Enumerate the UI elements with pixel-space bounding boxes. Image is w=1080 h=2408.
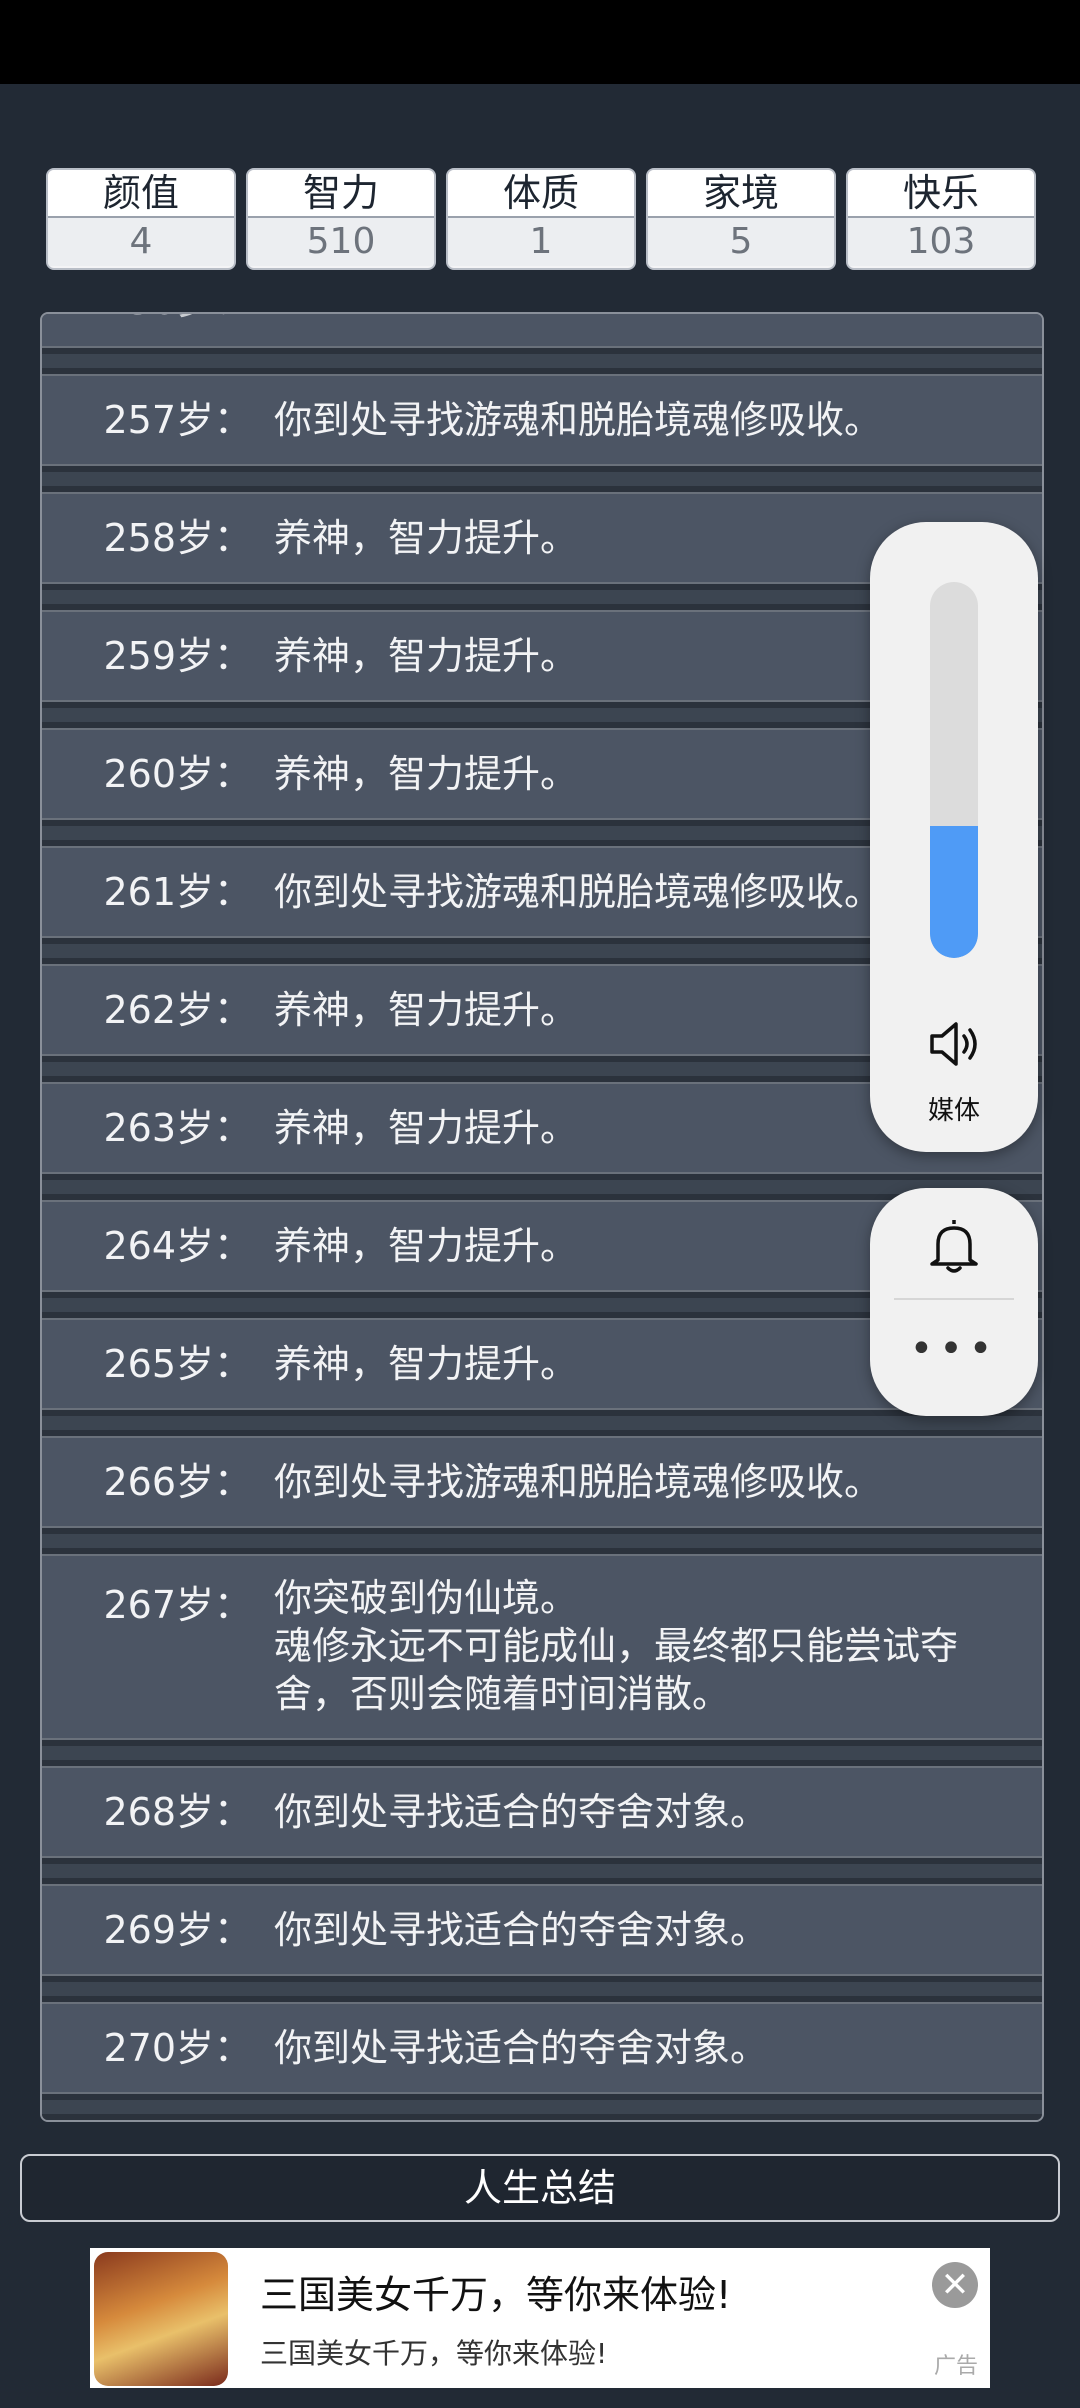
log-entry-age: 261岁： xyxy=(103,870,252,914)
log-entry-age: 265岁： xyxy=(103,1342,252,1386)
notification-panel: ••• xyxy=(870,1188,1038,1416)
log-entry-age: 270岁： xyxy=(103,2026,252,2070)
volume-slider[interactable] xyxy=(930,582,978,958)
log-entry-line: 你到处寻找游魂和脱胎境魂修吸收。 xyxy=(274,1460,883,1504)
log-entry-text: 你到处寻找游魂和脱胎境魂修吸收。 xyxy=(274,314,1012,318)
ad-thumbnail-image[interactable] xyxy=(94,2252,228,2386)
divider xyxy=(894,1298,1014,1300)
stat-box: 家境 5 xyxy=(646,168,836,270)
close-icon[interactable]: ✕ xyxy=(932,2262,978,2308)
log-entry-age: 266岁： xyxy=(103,1460,252,1504)
log-entry: 270岁： 你到处寻找适合的夺舍对象。 xyxy=(42,1996,1042,2100)
log-entry: 266岁： 你到处寻找游魂和脱胎境魂修吸收。 xyxy=(42,1430,1042,1534)
volume-panel: 媒体 xyxy=(870,522,1038,1152)
log-entry-line: 你到处寻找适合的夺舍对象。 xyxy=(274,2026,769,2070)
log-entry-text: 你到处寻找适合的夺舍对象。 xyxy=(274,2022,1012,2074)
log-entry: 268岁： 你到处寻找适合的夺舍对象。 xyxy=(42,1760,1042,1864)
ad-subtitle[interactable]: 三国美女千万，等你来体验! xyxy=(260,2332,607,2372)
stat-label: 家境 xyxy=(648,170,834,218)
log-entry-line: 舍，否则会随着时间消散。 xyxy=(274,1672,731,1716)
log-entry-age: 268岁： xyxy=(103,1790,252,1834)
stat-box: 体质 1 xyxy=(446,168,636,270)
stat-label: 颜值 xyxy=(48,170,234,218)
media-label: 媒体 xyxy=(927,1096,980,1126)
log-entry-text: 你突破到伪仙境。 魂修永远不可能成仙，最终都只能尝试夺 舍，否则会随着时间消散。 xyxy=(274,1574,1012,1718)
log-entry-age: 263岁： xyxy=(103,1106,252,1150)
log-entry-age: 256岁： xyxy=(42,314,252,325)
log-entry-age: 269岁： xyxy=(103,1908,252,1952)
volume-slider-fill xyxy=(930,826,978,958)
stat-value: 1 xyxy=(448,218,634,266)
log-entry-text: 你到处寻找适合的夺舍对象。 xyxy=(274,1904,1012,1956)
log-entry: 256岁： 你到处寻找游魂和脱胎境魂修吸收。 xyxy=(42,314,1042,354)
stat-box: 颜值 4 xyxy=(46,168,236,270)
log-entry-age: 262岁： xyxy=(103,988,252,1032)
log-entry-text: 你到处寻找游魂和脱胎境魂修吸收。 xyxy=(274,1456,1012,1508)
stat-box: 智力 510 xyxy=(246,168,436,270)
log-entry-age: 267岁： xyxy=(103,1583,252,1627)
status-bar xyxy=(0,0,1080,84)
stat-value: 5 xyxy=(648,218,834,266)
bell-icon[interactable] xyxy=(926,1216,982,1276)
stat-box: 快乐 103 xyxy=(846,168,1036,270)
log-entry-age: 260岁： xyxy=(103,752,252,796)
log-entry-age: 264岁： xyxy=(103,1224,252,1268)
ad-title[interactable]: 三国美女千万，等你来体验! xyxy=(260,2264,731,2319)
log-entry-line: 魂修永远不可能成仙，最终都只能尝试夺 xyxy=(274,1624,959,1668)
log-entry-age: 257岁： xyxy=(103,398,252,442)
log-entry: 257岁： 你到处寻找游魂和脱胎境魂修吸收。 xyxy=(42,368,1042,472)
stats-bar: 颜值 4 智力 510 体质 1 家境 5 快乐 103 xyxy=(46,168,1036,270)
log-entry-line: 你到处寻找适合的夺舍对象。 xyxy=(274,1790,769,1834)
ad-banner[interactable]: 三国美女千万，等你来体验! 三国美女千万，等你来体验! ✕ 广告 xyxy=(90,2248,990,2388)
stat-value: 103 xyxy=(848,218,1034,266)
stat-label: 体质 xyxy=(448,170,634,218)
stat-label: 快乐 xyxy=(848,170,1034,218)
stat-label: 智力 xyxy=(248,170,434,218)
log-entry-line: 你到处寻找游魂和脱胎境魂修吸收。 xyxy=(274,314,1012,318)
log-entry-text: 你到处寻找适合的夺舍对象。 xyxy=(274,1786,1012,1838)
ad-label: 广告 xyxy=(933,2354,978,2379)
life-summary-button[interactable]: 人生总结 xyxy=(20,2154,1060,2222)
log-entry-age: 259岁： xyxy=(103,634,252,678)
log-entry-text: 你到处寻找游魂和脱胎境魂修吸收。 xyxy=(274,394,1012,446)
speaker-icon[interactable] xyxy=(926,1016,982,1072)
stat-value: 510 xyxy=(248,218,434,266)
log-entry-line: 你到处寻找游魂和脱胎境魂修吸收。 xyxy=(274,398,883,442)
log-entry: 269岁： 你到处寻找适合的夺舍对象。 xyxy=(42,1878,1042,1982)
log-entry-line: 你突破到伪仙境。 xyxy=(274,1576,579,1620)
more-icon[interactable]: ••• xyxy=(870,1326,1038,1372)
log-entry-age: 258岁： xyxy=(103,516,252,560)
log-entry: 267岁： 你突破到伪仙境。 魂修永远不可能成仙，最终都只能尝试夺 舍，否则会随着时间… xyxy=(42,1548,1042,1746)
log-entry-line: 你到处寻找适合的夺舍对象。 xyxy=(274,1908,769,1952)
log-entry: 271岁：你尝试夺舍一位太古灵脉修士，被反杀。一生结束了。 xyxy=(42,2114,1042,2120)
stat-value: 4 xyxy=(48,218,234,266)
